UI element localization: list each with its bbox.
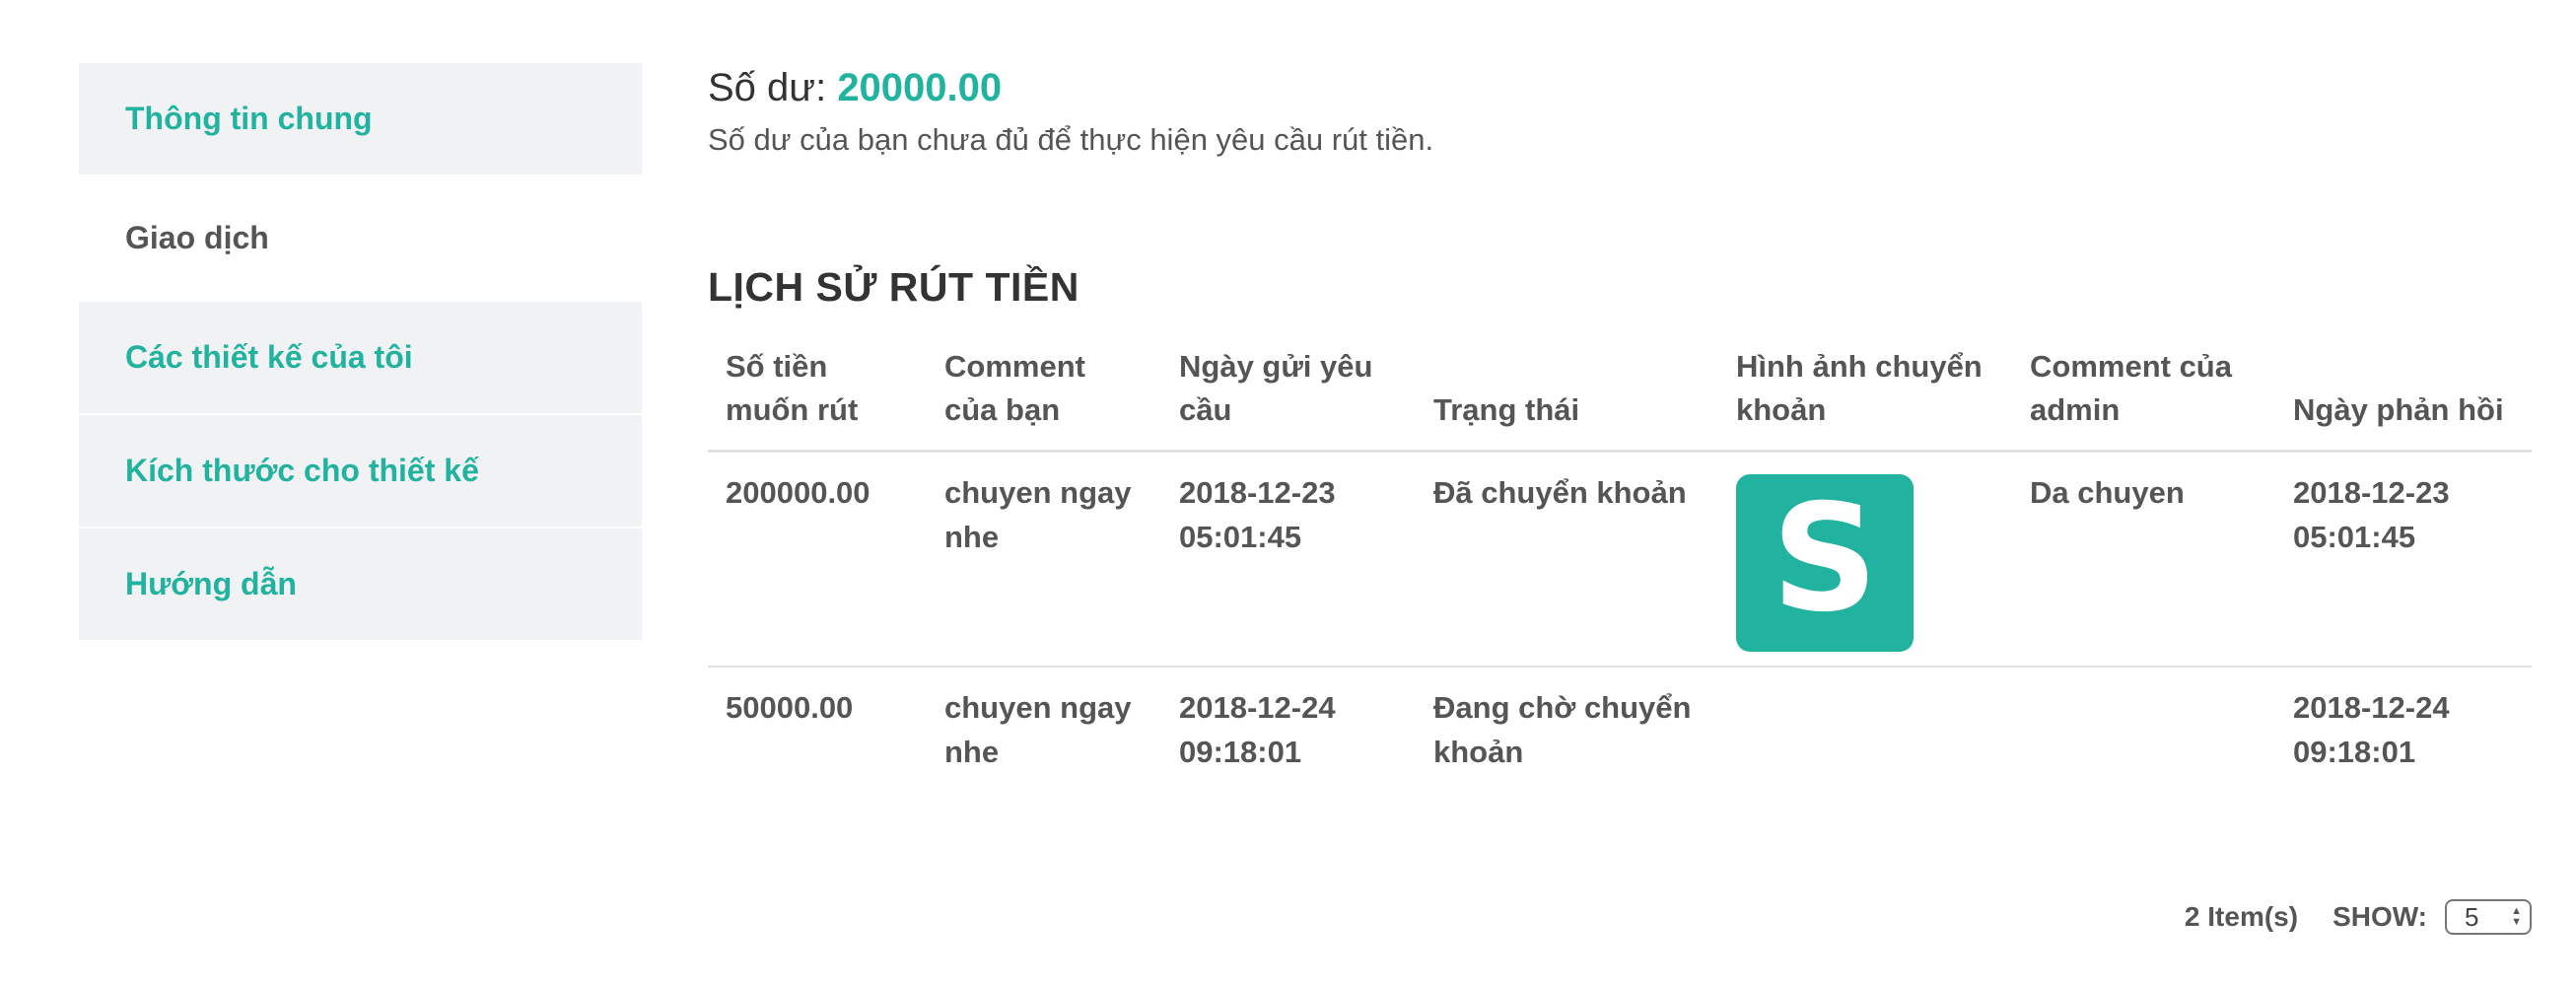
withdrawal-history-table: Số tiền muốn rút Comment của bạn Ngày gử… [708, 341, 2532, 792]
cell-amount: 200000.00 [708, 451, 927, 668]
select-arrows-icon: ▲ ▼ [2511, 905, 2522, 928]
sidebar-item-transactions[interactable]: Giao dịch [79, 176, 642, 302]
cell-status: Đang chờ chuyển khoản [1433, 690, 1692, 769]
sidebar: Thông tin chung Giao dịch Các thiết kế c… [79, 63, 642, 642]
table-row: 200000.00 chuyen ngay nhe 2018-12-23 05:… [708, 451, 2532, 668]
sidebar-item-general-info[interactable]: Thông tin chung [79, 63, 642, 176]
balance-line: Số dư: 20000.00 [708, 63, 2532, 112]
sidebar-item-label: Giao dịch [125, 220, 269, 255]
cell-transfer-image [1718, 667, 2012, 792]
sidebar-item-label: Hướng dẫn [125, 566, 297, 601]
cell-status: Đã chuyển khoản [1416, 451, 1718, 668]
table-header-row: Số tiền muốn rút Comment của bạn Ngày gử… [708, 341, 2532, 453]
table-row: 50000.00 chuyen ngay nhe 2018-12-24 09:1… [708, 667, 2532, 792]
cell-user-comment: chuyen ngay nhe [944, 690, 1132, 769]
cell-admin-comment: Da chuyen [2012, 451, 2275, 668]
sidebar-item-label: Kích thước cho thiết kế [125, 453, 479, 488]
cell-admin-comment [2012, 667, 2275, 792]
withdrawal-history-title: LỊCH SỬ RÚT TIỀN [708, 264, 1079, 310]
show-label: SHOW: [2332, 901, 2427, 932]
sidebar-item-guide[interactable]: Hướng dẫn [79, 529, 642, 642]
sidebar-item-design-sizes[interactable]: Kích thước cho thiết kế [79, 415, 642, 529]
sidebar-item-label: Các thiết kế của tôi [125, 339, 413, 375]
column-header-transfer-image: Hình ảnh chuyển khoản [1718, 341, 2012, 453]
sidebar-item-label: Thông tin chung [125, 101, 373, 136]
skype-logo-icon[interactable]: S [1736, 474, 1914, 652]
page-size-value: 5 [2465, 901, 2479, 932]
column-header-request-date: Ngày gửi yêu cầu [1161, 341, 1416, 453]
column-header-response-date: Ngày phản hồi [2275, 341, 2532, 453]
items-count: 2 Item(s) [2184, 901, 2299, 932]
cell-response-date: 2018-12-23 05:01:45 [2275, 451, 2532, 668]
main-content: Số dư: 20000.00 Số dư của bạn chưa đủ để… [708, 63, 2532, 769]
svg-text:S: S [1772, 474, 1878, 645]
cell-transfer-image: S [1718, 451, 2012, 668]
pagination-bar: 2 Item(s) SHOW: 5 ▲ ▼ [2185, 899, 2532, 935]
column-header-admin-comment: Comment của admin [2012, 341, 2275, 453]
balance-note: Số dư của bạn chưa đủ để thực hiện yêu c… [708, 122, 1434, 157]
column-header-status: Trạng thái [1416, 341, 1718, 453]
cell-request-date: 2018-12-23 05:01:45 [1161, 451, 1416, 668]
balance-label: Số dư: [708, 66, 827, 109]
page-size-select[interactable]: 5 ▲ ▼ [2445, 899, 2532, 935]
cell-response-date: 2018-12-24 09:18:01 [2293, 690, 2450, 769]
cell-request-date: 2018-12-24 09:18:01 [1179, 690, 1336, 769]
sidebar-item-my-designs[interactable]: Các thiết kế của tôi [79, 302, 642, 415]
column-header-amount: Số tiền muốn rút [708, 341, 927, 453]
cell-user-comment: chuyen ngay nhe [927, 451, 1161, 668]
balance-value: 20000.00 [837, 66, 1003, 109]
cell-amount: 50000.00 [726, 690, 854, 725]
column-header-user-comment: Comment của bạn [927, 341, 1161, 453]
